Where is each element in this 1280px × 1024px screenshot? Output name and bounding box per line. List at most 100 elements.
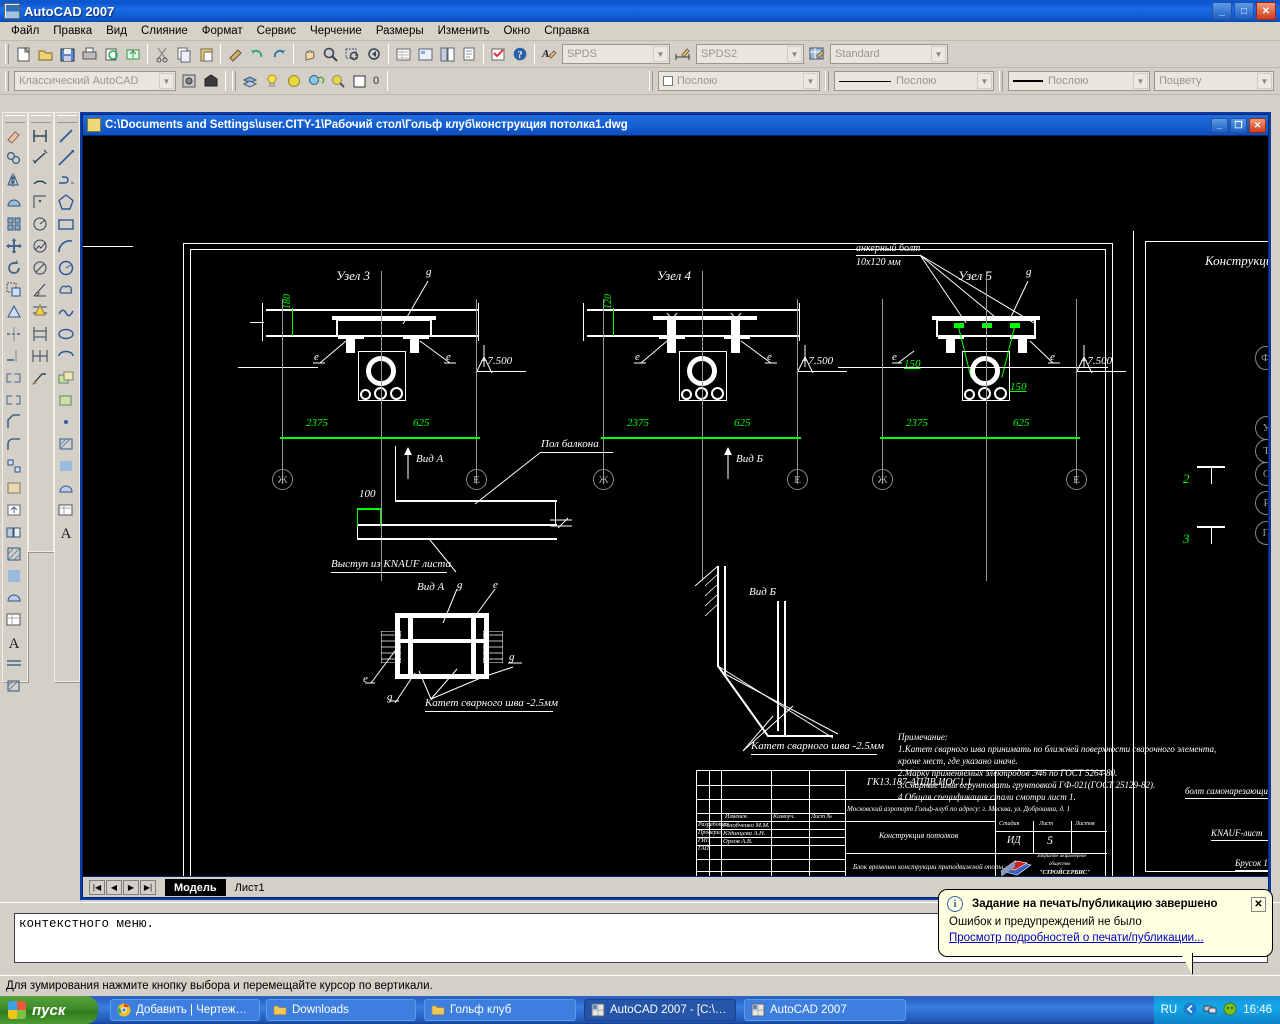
chamfer-icon[interactable] (3, 411, 25, 433)
linear-dim-icon[interactable] (29, 125, 51, 147)
angular-dim-icon[interactable] (29, 279, 51, 301)
drawing-minimize-button[interactable]: _ (1211, 117, 1228, 133)
paste-icon[interactable] (195, 43, 217, 65)
taskbar-item-autocad-doc[interactable]: AutoCAD 2007 - [C:\… (584, 999, 736, 1021)
edit-hatch-icon[interactable] (3, 675, 25, 697)
rectangle-icon[interactable] (55, 213, 77, 235)
minimize-button[interactable]: _ (1212, 2, 1232, 20)
diameter-dim-icon[interactable] (29, 257, 51, 279)
plot-preview-icon[interactable] (100, 43, 122, 65)
publish-icon[interactable] (122, 43, 144, 65)
break-icon[interactable] (3, 389, 25, 411)
make-block-icon[interactable] (55, 389, 77, 411)
fillet-icon[interactable] (3, 433, 25, 455)
toolbar-grip[interactable] (999, 71, 1003, 91)
insert-block-icon[interactable] (3, 499, 25, 521)
toolbar-grip[interactable] (825, 71, 829, 91)
antivirus-icon[interactable] (1223, 1002, 1237, 1019)
ellipse-icon[interactable] (55, 323, 77, 345)
explode-icon[interactable] (3, 455, 25, 477)
workspace-combo[interactable]: Классический AutoCAD ▼ (14, 71, 176, 91)
copy-icon[interactable] (173, 43, 195, 65)
array-icon[interactable] (3, 213, 25, 235)
baseline-dim-icon[interactable] (29, 323, 51, 345)
sheetset-icon[interactable] (458, 43, 480, 65)
open-icon[interactable] (34, 43, 56, 65)
chevron-down-icon[interactable]: ▼ (159, 73, 174, 89)
lineweight-combo[interactable]: Послою ▼ (1008, 71, 1150, 91)
tab-model[interactable]: Модель (165, 878, 226, 896)
close-button[interactable]: ✕ (1256, 2, 1276, 20)
text-style-combo[interactable]: SPDS ▼ (562, 44, 670, 64)
break-at-point-icon[interactable] (3, 367, 25, 389)
layer-plot-icon[interactable] (327, 70, 349, 92)
linetype-combo[interactable]: Послою ▼ (834, 71, 994, 91)
cut-icon[interactable] (151, 43, 173, 65)
table-icon[interactable] (3, 609, 25, 631)
copy-object-icon[interactable] (3, 147, 25, 169)
menu-item-format[interactable]: Формат (195, 23, 250, 39)
trim-icon[interactable] (3, 323, 25, 345)
region-icon[interactable] (3, 587, 25, 609)
zoom-icon[interactable] (319, 43, 341, 65)
menu-item-modify[interactable]: Изменить (431, 23, 497, 39)
chevron-down-icon[interactable]: ▼ (977, 73, 992, 89)
pan-icon[interactable] (297, 43, 319, 65)
chevron-down-icon[interactable]: ▼ (1133, 73, 1148, 89)
continue-dim-icon[interactable] (29, 345, 51, 367)
toolbar-grip[interactable] (5, 44, 9, 64)
menu-item-tools[interactable]: Сервис (250, 23, 303, 39)
plotstyle-combo[interactable]: Поцвету ▼ (1154, 71, 1274, 91)
workspace-save-icon[interactable] (200, 70, 222, 92)
layer-manager-icon[interactable] (239, 70, 261, 92)
move-icon[interactable] (3, 235, 25, 257)
zoom-window-icon[interactable] (341, 43, 363, 65)
construction-line-icon[interactable] (55, 147, 77, 169)
prev-layout-button[interactable]: ◀ (106, 879, 122, 895)
start-button[interactable]: пуск (0, 996, 98, 1024)
insert-block2-icon[interactable] (55, 367, 77, 389)
toolbar-grip[interactable] (5, 71, 9, 91)
layer-tools-icon[interactable] (3, 521, 25, 543)
menu-item-merge[interactable]: Слияние (134, 23, 195, 39)
undo-icon[interactable] (246, 43, 268, 65)
gradient2-icon[interactable] (55, 455, 77, 477)
rotate-icon[interactable] (3, 257, 25, 279)
taskbar-item-downloads[interactable]: Downloads (266, 999, 416, 1021)
offset-icon[interactable] (3, 191, 25, 213)
color-combo[interactable]: Послою ▼ (658, 71, 820, 91)
menu-item-view[interactable]: Вид (99, 23, 134, 39)
help-icon[interactable]: ? (509, 43, 531, 65)
menu-item-window[interactable]: Окно (496, 23, 537, 39)
chevron-down-icon[interactable]: ▼ (1257, 73, 1272, 89)
radius-dim-icon[interactable] (29, 213, 51, 235)
next-layout-button[interactable]: ▶ (123, 879, 139, 895)
revision-cloud-icon[interactable] (55, 279, 77, 301)
aligned-dim-icon[interactable] (29, 147, 51, 169)
clock[interactable]: 16:46 (1243, 1004, 1272, 1016)
layer-color-swatch[interactable] (349, 70, 371, 92)
mtext-icon[interactable]: A (3, 631, 25, 653)
dim-style-icon[interactable] (672, 43, 694, 65)
multiline-icon[interactable] (3, 653, 25, 675)
toolbar-grip[interactable] (649, 71, 653, 91)
drawing-canvas[interactable]: КЛАУФ 60х27 КЛАУФ-лист Стенка д. 1 Узел … (83, 136, 1268, 876)
table-style-icon[interactable] (806, 43, 828, 65)
designcenter-icon[interactable] (414, 43, 436, 65)
layer-on-icon[interactable] (261, 70, 283, 92)
chevron-down-icon[interactable]: ▼ (803, 73, 818, 89)
maximize-button[interactable]: □ (1234, 2, 1254, 20)
tab-layout1[interactable]: Лист1 (225, 878, 274, 896)
markup-icon[interactable] (487, 43, 509, 65)
save-icon[interactable] (56, 43, 78, 65)
hatch-icon[interactable] (3, 543, 25, 565)
scale-icon[interactable] (3, 279, 25, 301)
new-icon[interactable] (12, 43, 34, 65)
dim-style-combo[interactable]: SPDS2 ▼ (696, 44, 804, 64)
menu-item-dimension[interactable]: Размеры (369, 23, 431, 39)
arc-dim-icon[interactable] (29, 169, 51, 191)
menu-item-help[interactable]: Справка (537, 23, 596, 39)
circle-icon[interactable] (55, 257, 77, 279)
menu-item-file[interactable]: Файл (4, 23, 46, 39)
toolbar-grip[interactable] (5, 115, 25, 123)
